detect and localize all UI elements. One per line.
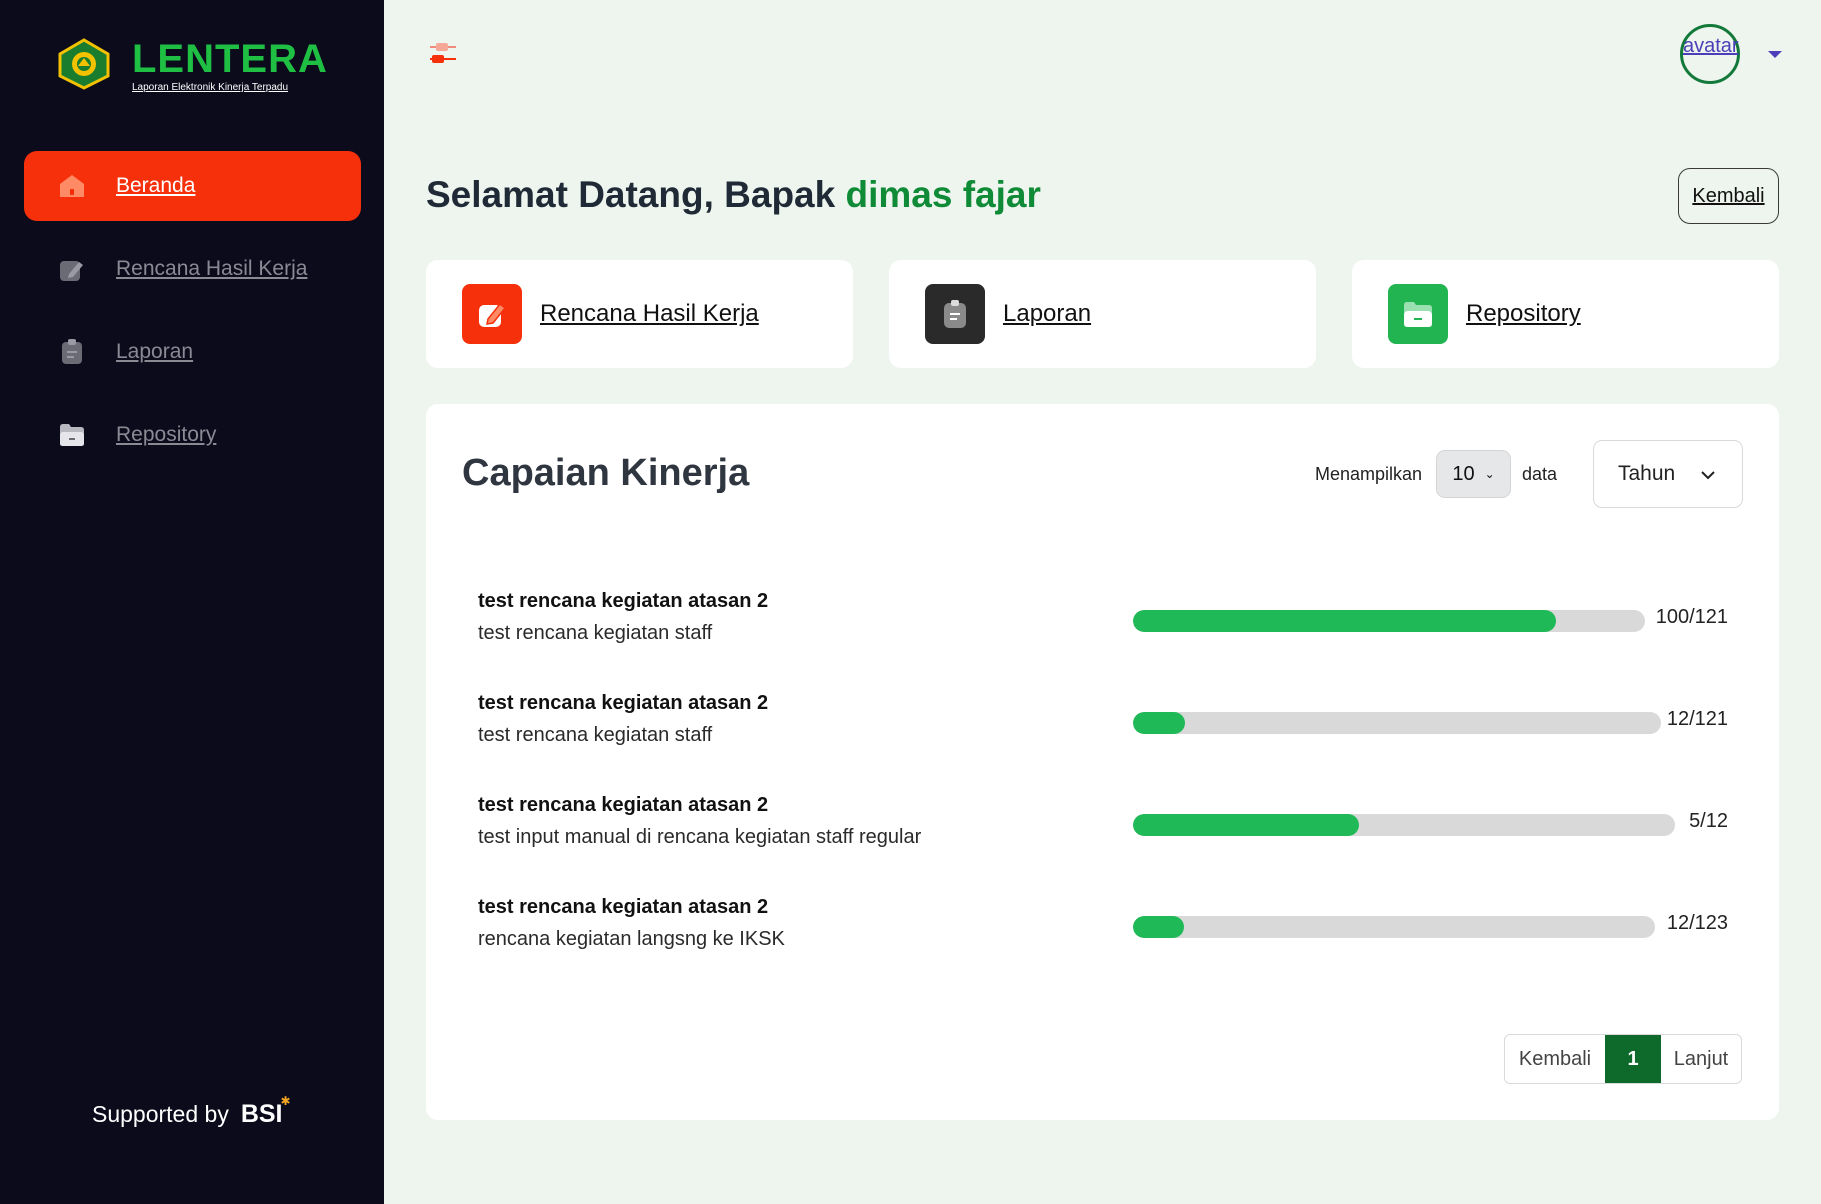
progress-bar	[1133, 610, 1645, 632]
greeting-text: Selamat Datang, Bapak	[426, 174, 836, 215]
row-subtitle: rencana kegiatan langsng ke IKSK	[478, 928, 785, 950]
folder-icon	[58, 421, 86, 449]
chevron-down-icon	[1701, 462, 1715, 486]
brand-name: LENTERA	[132, 37, 328, 81]
progress-value: 100/121	[1655, 606, 1728, 628]
progress-fill	[1133, 712, 1186, 734]
bsi-logo: BSI ✱	[240, 1094, 291, 1129]
sidebar: LENTERA Laporan Elektronik Kinerja Terpa…	[0, 0, 384, 1204]
progress-value: 12/121	[1666, 708, 1728, 730]
star-icon: ✱	[280, 1094, 291, 1108]
list-item: test rencana kegiatan atasan 2 test renc…	[478, 692, 1728, 772]
back-button[interactable]: Kembali	[1678, 168, 1779, 224]
avatar-alt-text: avatar	[1683, 35, 1739, 57]
progress-fill	[1133, 916, 1185, 938]
supported-by: Supported by BSI ✱	[92, 1094, 291, 1129]
progress-fill	[1133, 610, 1556, 632]
row-title: test rencana kegiatan atasan 2	[478, 590, 769, 612]
sidebar-item-beranda[interactable]: Beranda	[24, 151, 361, 221]
sidebar-item-laporan[interactable]: Laporan	[24, 317, 361, 387]
page-size-select[interactable]: 10 ⌄	[1436, 450, 1511, 498]
edit-note-icon	[462, 284, 522, 344]
sidebar-item-label: Beranda	[116, 174, 196, 197]
row-title: test rencana kegiatan atasan 2	[478, 794, 769, 816]
data-label: data	[1522, 464, 1558, 484]
sidebar-item-label: Laporan	[116, 340, 194, 363]
card-laporan[interactable]: Laporan	[889, 260, 1316, 368]
brand-logo[interactable]: LENTERA Laporan Elektronik Kinerja Terpa…	[56, 38, 328, 93]
user-menu[interactable]: avatar	[1680, 24, 1782, 84]
brand-subtitle: Laporan Elektronik Kinerja Terpadu	[132, 82, 289, 93]
row-title: test rencana kegiatan atasan 2	[478, 896, 769, 918]
page-size-label: Menampilkan	[1315, 464, 1423, 484]
year-filter-value: Tahun	[1618, 462, 1676, 485]
pagination-next-button[interactable]: Lanjut	[1661, 1035, 1741, 1083]
list-item: test rencana kegiatan atasan 2 test inpu…	[478, 794, 1728, 874]
page-size-value: 10	[1452, 462, 1475, 485]
sidebar-item-label: Repository	[116, 423, 217, 446]
card-label: Rencana Hasil Kerja	[540, 300, 759, 327]
pagination-page-1[interactable]: 1	[1605, 1035, 1661, 1083]
sidebar-nav: Beranda Rencana Hasil Kerja Laporan Repo…	[24, 151, 361, 483]
welcome-heading: Selamat Datang, Bapak dimas fajar	[426, 174, 1041, 216]
clipboard-icon	[58, 338, 86, 366]
card-label: Repository	[1466, 300, 1581, 327]
ministry-emblem-icon	[58, 38, 110, 90]
folder-icon	[1388, 284, 1448, 344]
avatar[interactable]: avatar	[1680, 24, 1740, 84]
edit-note-icon	[58, 255, 86, 283]
home-icon	[58, 172, 86, 200]
sidebar-toggle-icon[interactable]	[428, 41, 458, 67]
performance-panel: Capaian Kinerja Menampilkan 10 ⌄ data Ta…	[426, 404, 1779, 1120]
panel-title: Capaian Kinerja	[462, 452, 750, 494]
bsi-logo-text: BSI	[240, 1100, 283, 1128]
row-subtitle: test rencana kegiatan staff	[478, 724, 713, 746]
row-subtitle: test rencana kegiatan staff	[478, 622, 713, 644]
chevron-down-icon: ⌄	[1484, 467, 1495, 481]
row-subtitle: test input manual di rencana kegiatan st…	[478, 826, 922, 848]
sidebar-item-label: Rencana Hasil Kerja	[116, 257, 308, 280]
year-filter-select[interactable]: Tahun	[1593, 440, 1743, 508]
pagination-prev-button[interactable]: Kembali	[1505, 1035, 1605, 1083]
progress-fill	[1133, 814, 1359, 836]
progress-bar	[1133, 814, 1675, 836]
clipboard-icon	[925, 284, 985, 344]
row-title: test rencana kegiatan atasan 2	[478, 692, 769, 714]
progress-bar	[1133, 916, 1655, 938]
list-item: test rencana kegiatan atasan 2 test renc…	[478, 590, 1728, 670]
progress-value: 5/12	[1689, 810, 1728, 832]
progress-bar	[1133, 712, 1661, 734]
sidebar-item-rencana-hasil-kerja[interactable]: Rencana Hasil Kerja	[24, 234, 361, 304]
card-rencana-hasil-kerja[interactable]: Rencana Hasil Kerja	[426, 260, 853, 368]
progress-value: 12/123	[1666, 912, 1728, 934]
card-label: Laporan	[1003, 300, 1092, 327]
list-item: test rencana kegiatan atasan 2 rencana k…	[478, 896, 1728, 976]
pagination: Kembali 1 Lanjut	[1504, 1034, 1742, 1084]
sidebar-item-repository[interactable]: Repository	[24, 400, 361, 470]
supported-by-text: Supported by	[92, 1101, 229, 1127]
user-name: dimas fajar	[845, 174, 1041, 215]
caret-down-icon[interactable]	[1768, 50, 1782, 58]
card-repository[interactable]: Repository	[1352, 260, 1779, 368]
